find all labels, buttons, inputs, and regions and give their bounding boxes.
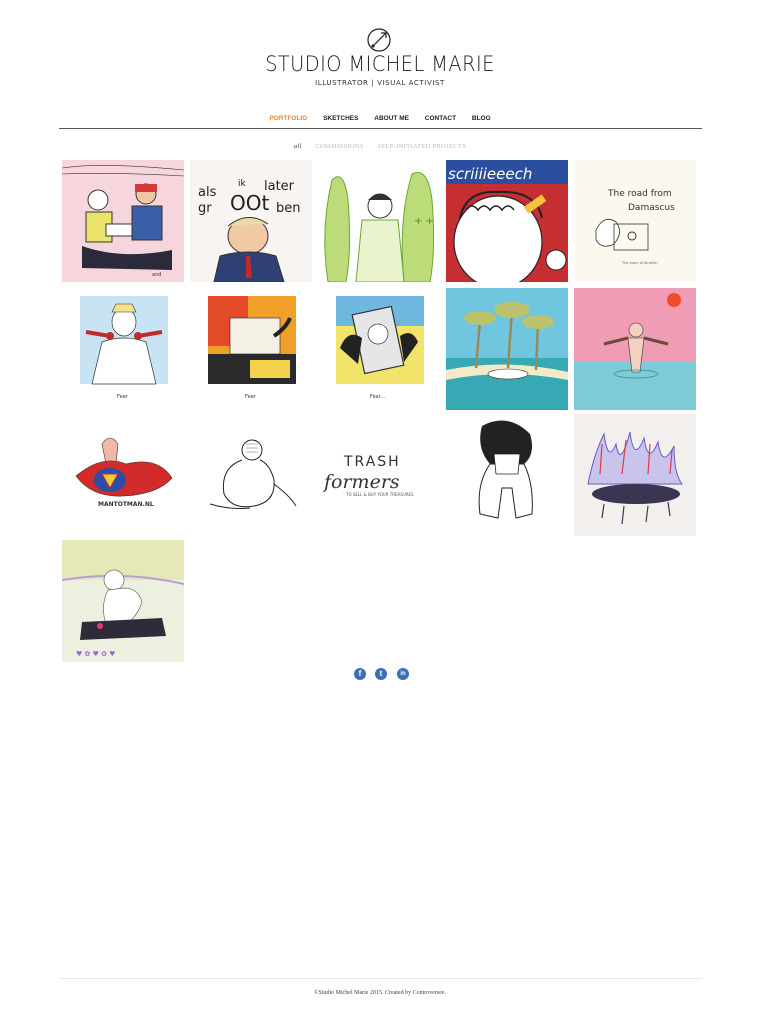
svg-text:♥ ✿ ♥ ✿ ♥: ♥ ✿ ♥ ✿ ♥ [76, 650, 115, 658]
crossed-arrows-logo-icon[interactable] [365, 26, 393, 54]
twitter-icon[interactable]: t [375, 668, 387, 680]
nav-about-me[interactable]: ABOUT ME [374, 115, 409, 122]
portfolio-tile-fear-phone[interactable]: Fear... [318, 288, 440, 410]
svg-text:scriiiieeech: scriiiieeech [448, 165, 532, 183]
main-nav: PORTFOLIO SKETCHES ABOUT ME CONTACT BLOG [0, 115, 760, 122]
filter-commissions[interactable]: COMMISSIONS [315, 143, 363, 150]
svg-text:TRASH: TRASH [343, 454, 401, 470]
fear-car-illustration: Fear [190, 288, 312, 410]
svg-text:The story of Ibrahim: The story of Ibrahim [621, 261, 658, 265]
nav-divider [59, 128, 702, 129]
crying-figure-illustration [446, 414, 568, 536]
portfolio-tile-protest-figures[interactable]: and [62, 160, 184, 282]
nav-sketches[interactable]: SKETCHES [323, 115, 358, 122]
portfolio-tile-fear-car[interactable]: Fear [190, 288, 312, 410]
tile-text-als: als [198, 185, 217, 200]
fear-phone-illustration: Fear... [318, 288, 440, 410]
footer-copyright: ©Studio Michel Marie 2015. Created by Co… [313, 990, 447, 996]
portfolio-tile-curled-figure[interactable] [190, 414, 312, 536]
svg-text:formers: formers [322, 471, 400, 493]
site-header: STUDIO MICHEL MARIE ILLUSTRATOR | VISUAL… [0, 0, 760, 130]
svg-text:ik: ik [238, 179, 247, 189]
portfolio-tile-road-from-damascus[interactable]: The road from Damascus The story of Ibra… [574, 160, 696, 282]
portfolio-tile-palm-beach[interactable] [446, 288, 568, 410]
svg-text:OOt: OOt [230, 191, 269, 215]
portfolio-tile-screech[interactable]: scriiiieeech [446, 160, 568, 282]
brand-title[interactable]: STUDIO MICHEL MARIE [30, 52, 729, 76]
facebook-glyph: f [358, 669, 362, 678]
palm-beach-illustration [446, 288, 568, 410]
curled-figure-sketch [190, 414, 312, 536]
portfolio-tile-fear-officer[interactable]: Fear [62, 288, 184, 410]
svg-text:Fear...: Fear... [370, 394, 386, 400]
svg-text:Fear: Fear [117, 394, 129, 400]
footer-divider [59, 978, 702, 979]
portfolio-tile-trash-formers[interactable]: TRASH formers TO SELL & BUY YOUR TREASUR… [318, 414, 440, 536]
portfolio-tile-green-cactus[interactable]: + + [318, 160, 440, 282]
filter-all[interactable]: all [294, 143, 302, 150]
green-cactus-illustration: + + [318, 160, 440, 282]
linkedin-glyph: in [400, 671, 406, 677]
portfolio-tile-mantotman[interactable]: MANTOTMAN.NL [62, 414, 184, 536]
filter-self-initiated-projects[interactable]: SELF-INITIATED PROJECTS [377, 143, 466, 150]
portfolio-filters: all COMMISSIONS SELF-INITIATED PROJECTS [0, 143, 760, 150]
portfolio-tile-als-ik-later[interactable]: als ik later gr OOt ben [190, 160, 312, 282]
tile-text-mantotman: MANTOTMAN.NL [98, 501, 154, 508]
svg-text:Fear: Fear [245, 394, 257, 400]
purple-flames-illustration [574, 414, 696, 536]
sunset-swimmer-illustration [574, 288, 696, 410]
portfolio-tile-figure-with-flowers[interactable]: ♥ ✿ ♥ ✿ ♥ [62, 540, 184, 662]
svg-text:+ +: + + [414, 216, 434, 227]
svg-text:gr: gr [198, 201, 212, 216]
nav-contact[interactable]: CONTACT [425, 115, 456, 122]
svg-text:Damascus: Damascus [628, 203, 675, 213]
svg-text:The road from: The road from [607, 189, 672, 199]
svg-text:ben: ben [276, 201, 301, 216]
figure-with-flowers-illustration: ♥ ✿ ♥ ✿ ♥ [62, 540, 184, 662]
portfolio-tile-sunset-swimmer[interactable] [574, 288, 696, 410]
protest-figures-illustration: and [62, 160, 184, 282]
twitter-glyph: t [379, 669, 383, 678]
trash-formers-illustration: TRASH formers TO SELL & BUY YOUR TREASUR… [318, 414, 440, 536]
nav-blog[interactable]: BLOG [472, 115, 491, 122]
als-ik-later-illustration: als ik later gr OOt ben [190, 160, 312, 282]
nav-portfolio[interactable]: PORTFOLIO [269, 115, 307, 122]
portfolio-tile-crying-figure[interactable] [446, 414, 568, 536]
road-from-damascus-illustration: The road from Damascus The story of Ibra… [574, 160, 696, 282]
svg-text:and: and [152, 272, 161, 278]
portfolio-tile-purple-flames[interactable] [574, 414, 696, 536]
facebook-icon[interactable]: f [354, 668, 366, 680]
linkedin-icon[interactable]: in [397, 668, 409, 680]
mantotman-superhero-illustration: MANTOTMAN.NL [62, 414, 184, 536]
screech-illustration: scriiiieeech [446, 160, 568, 282]
fear-officer-illustration: Fear [62, 288, 184, 410]
brand-subtitle: ILLUSTRATOR | VISUAL ACTIVIST [315, 79, 445, 87]
svg-text:TO SELL & BUY YOUR TREASURES: TO SELL & BUY YOUR TREASURES [345, 492, 414, 497]
